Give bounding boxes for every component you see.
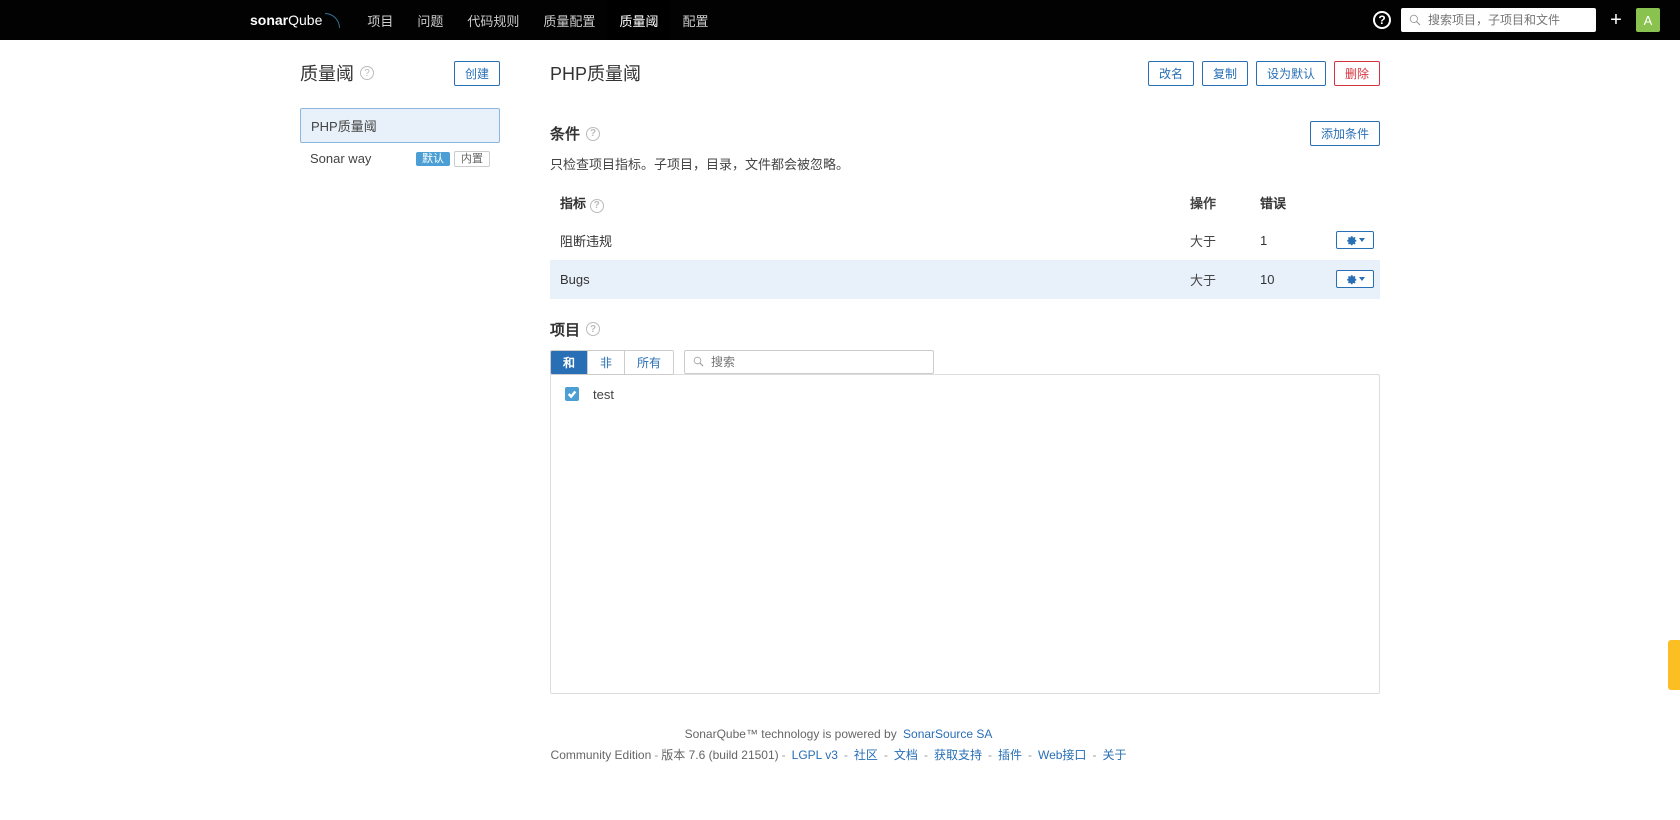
- checkbox-checked-icon[interactable]: [565, 387, 579, 401]
- add-condition-button[interactable]: 添加条件: [1310, 121, 1380, 146]
- footer-link[interactable]: 获取支持: [934, 748, 982, 762]
- tab-without[interactable]: 非: [588, 351, 625, 374]
- cond-gear-button[interactable]: [1336, 231, 1374, 249]
- cond-gear-button[interactable]: [1336, 270, 1374, 288]
- conditions-desc: 只检查项目指标。子项目，目录，文件都会被忽略。: [550, 154, 1380, 173]
- chevron-down-icon: [1359, 277, 1365, 281]
- conditions-heading: 条件: [550, 123, 580, 144]
- footer-sonarsource-link[interactable]: SonarSource SA: [903, 727, 992, 741]
- avatar[interactable]: A: [1636, 8, 1660, 32]
- project-item[interactable]: test: [565, 385, 1365, 404]
- cond-metric: Bugs: [550, 260, 1180, 299]
- nav-item-4[interactable]: 质量阈: [607, 0, 670, 40]
- content: PHP质量阈 改名 复制 设为默认 删除 条件 ? 添加条件 只检查项目指标。子…: [530, 60, 1380, 694]
- project-search-input[interactable]: [711, 355, 925, 369]
- footer-text: SonarQube™ technology is powered by: [685, 727, 900, 741]
- footer-link[interactable]: 关于: [1102, 748, 1126, 762]
- nav-item-5[interactable]: 配置: [670, 0, 720, 40]
- badge-blue: 默认: [416, 152, 450, 166]
- project-list: test: [550, 374, 1380, 694]
- logo-text-a: sonar: [250, 12, 288, 28]
- projects-section: 项目 ? 和 非 所有 test: [550, 319, 1380, 694]
- conditions-table: 指标 ? 操作 错误 阻断违规大于1Bugs大于10: [550, 185, 1380, 299]
- cond-err: 10: [1250, 260, 1320, 299]
- project-filter-tabs: 和 非 所有: [550, 350, 674, 375]
- gate-item-name: PHP质量阈: [311, 116, 377, 135]
- search-icon: [1409, 14, 1422, 27]
- help-icon[interactable]: ?: [1373, 11, 1391, 29]
- col-metric: 指标: [560, 196, 586, 211]
- logo-text-b: Qube: [288, 12, 322, 28]
- nav-item-3[interactable]: 质量配置: [531, 0, 607, 40]
- col-err: 错误: [1250, 185, 1320, 221]
- gate-item[interactable]: PHP质量阈: [300, 108, 500, 143]
- side-feedback-tab[interactable]: [1668, 640, 1680, 690]
- gear-icon: [1345, 234, 1357, 246]
- info-icon[interactable]: ?: [586, 127, 600, 141]
- footer-link[interactable]: 插件: [998, 748, 1022, 762]
- copy-button[interactable]: 复制: [1202, 61, 1248, 86]
- info-icon[interactable]: ?: [590, 199, 604, 213]
- col-op: 操作: [1180, 185, 1250, 221]
- footer-link[interactable]: 文档: [894, 748, 918, 762]
- logo[interactable]: sonarQube: [250, 12, 355, 28]
- footer-link[interactable]: Web接口: [1038, 748, 1086, 762]
- gear-icon: [1345, 273, 1357, 285]
- footer-link[interactable]: LGPL v3: [792, 748, 838, 762]
- rename-button[interactable]: 改名: [1148, 61, 1194, 86]
- footer-version: 版本 7.6 (build 21501): [661, 748, 778, 762]
- nav-item-2[interactable]: 代码规则: [455, 0, 531, 40]
- nav-item-0[interactable]: 项目: [355, 0, 405, 40]
- condition-row: Bugs大于10: [550, 260, 1380, 299]
- cond-err: 1: [1250, 221, 1320, 260]
- info-icon[interactable]: ?: [360, 66, 374, 80]
- project-name: test: [593, 387, 614, 402]
- cond-op: 大于: [1180, 260, 1250, 299]
- global-search-input[interactable]: [1428, 13, 1588, 27]
- nav-item-1[interactable]: 问题: [405, 0, 455, 40]
- gate-item-name: Sonar way: [310, 151, 371, 166]
- badge-gray: 内置: [454, 151, 490, 167]
- top-navbar: sonarQube 项目问题代码规则质量配置质量阈配置 ? + A: [0, 0, 1680, 40]
- condition-row: 阻断违规大于1: [550, 221, 1380, 260]
- tab-with[interactable]: 和: [551, 351, 588, 374]
- create-plus-icon[interactable]: +: [1606, 9, 1626, 32]
- delete-button[interactable]: 删除: [1334, 61, 1380, 86]
- sidebar-title: 质量阈: [300, 60, 354, 86]
- gate-item[interactable]: Sonar way 默认内置: [300, 143, 500, 173]
- global-search[interactable]: [1401, 8, 1596, 32]
- cond-metric: 阻断违规: [550, 221, 1180, 260]
- conditions-section: 条件 ? 添加条件 只检查项目指标。子项目，目录，文件都会被忽略。 指标 ? 操…: [550, 121, 1380, 299]
- sidebar: 质量阈 ? 创建 PHP质量阈 Sonar way 默认内置: [300, 60, 530, 694]
- footer-edition: Community Edition: [551, 748, 652, 762]
- set-default-button[interactable]: 设为默认: [1256, 61, 1326, 86]
- info-icon[interactable]: ?: [586, 322, 600, 336]
- chevron-down-icon: [1359, 238, 1365, 242]
- gate-title: PHP质量阈: [550, 60, 641, 86]
- footer-link[interactable]: 社区: [854, 748, 878, 762]
- footer: SonarQube™ technology is powered by Sona…: [0, 694, 1680, 787]
- search-icon: [693, 356, 705, 368]
- project-search[interactable]: [684, 350, 934, 374]
- tab-all[interactable]: 所有: [625, 351, 673, 374]
- create-gate-button[interactable]: 创建: [454, 61, 500, 86]
- logo-wave-icon: [325, 13, 340, 28]
- projects-heading: 项目: [550, 319, 580, 340]
- cond-op: 大于: [1180, 221, 1250, 260]
